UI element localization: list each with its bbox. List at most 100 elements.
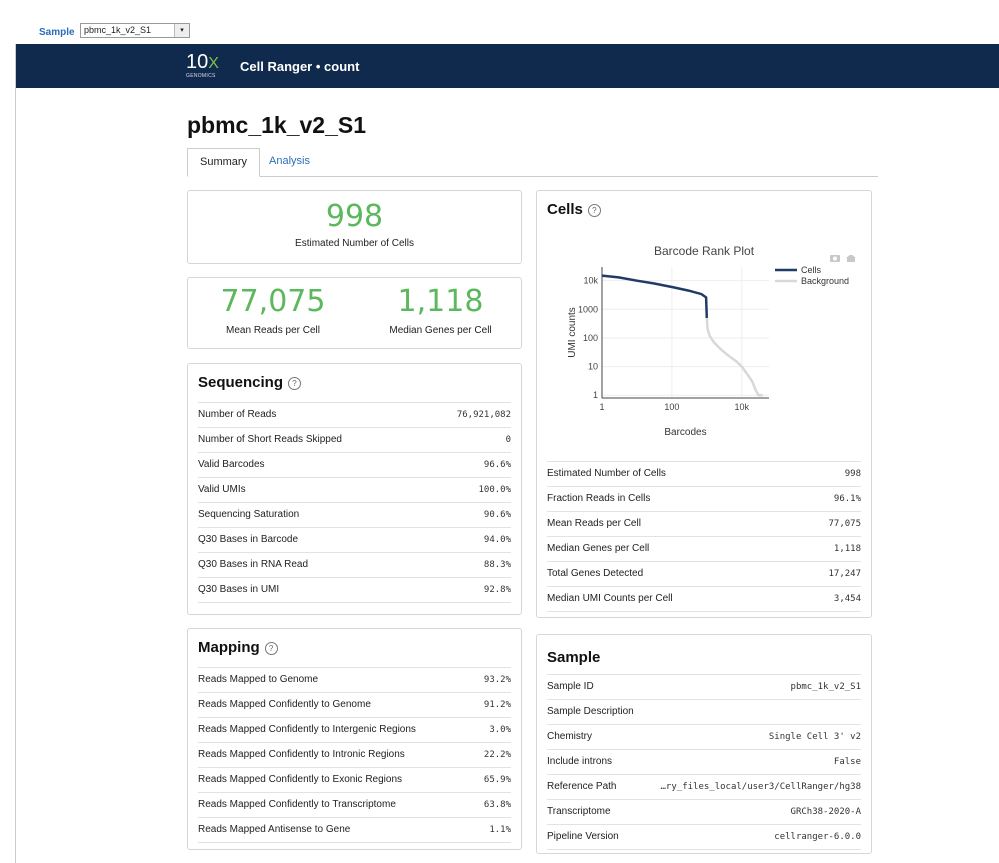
median-genes-label: Median Genes per Cell [389, 325, 492, 336]
camera-icon[interactable] [830, 255, 840, 262]
sequencing-title: Sequencing? [198, 374, 302, 391]
row-value: False [833, 757, 861, 767]
table-row: Total Genes Detected 17,247 [547, 561, 861, 586]
table-row: Sequencing Saturation 90.6% [198, 502, 511, 527]
cells-card: Cells? Barcode Rank Plot 1 100 10k 1 10 100 10… [536, 190, 872, 618]
row-label: Reads Mapped to Genome [198, 674, 319, 685]
row-label: Reads Mapped Confidently to Intronic Reg… [198, 749, 405, 760]
row-label: Median Genes per Cell [547, 543, 650, 554]
table-row: Valid Barcodes 96.6% [198, 452, 511, 477]
table-row: Chemistry Single Cell 3' v2 [547, 724, 861, 749]
table-row: Reads Mapped Confidently to Intergenic R… [198, 717, 511, 742]
table-row: Estimated Number of Cells 998 [547, 461, 861, 486]
table-row: Median UMI Counts per Cell 3,454 [547, 586, 861, 612]
y-tick-label: 10 [588, 362, 598, 372]
sample-bar: Sample pbmc_1k_v2_S1 ▾ [0, 0, 999, 44]
row-label: Reads Mapped Confidently to Transcriptom… [198, 799, 396, 810]
row-value: 998 [844, 469, 861, 479]
row-label: Sample Description [547, 706, 634, 717]
chevron-down-icon: ▾ [174, 24, 189, 37]
table-row: Fraction Reads in Cells 96.1% [547, 486, 861, 511]
y-tick-label: 1 [593, 390, 598, 400]
mean-reads-label: Mean Reads per Cell [226, 325, 320, 336]
10x-genomics-logo: 10X GENOMICS [186, 51, 219, 79]
row-label: Reads Mapped Confidently to Genome [198, 699, 371, 710]
y-tick-label: 10k [583, 276, 598, 286]
row-label: Number of Reads [198, 409, 277, 420]
row-value: 100.0% [478, 485, 511, 495]
row-value: 90.6% [483, 510, 511, 520]
reads-genes-card: 77,075 Mean Reads per Cell 1,118 Median … [187, 277, 522, 349]
row-label: Reads Mapped Confidently to Intergenic R… [198, 724, 416, 735]
help-icon[interactable]: ? [264, 641, 278, 655]
row-label: Valid UMIs [198, 484, 246, 495]
estimated-cells-label: Estimated Number of Cells [295, 238, 414, 249]
row-label: Total Genes Detected [547, 568, 644, 579]
table-row: Reads Mapped Confidently to Intronic Reg… [198, 742, 511, 767]
sample-title: Sample [547, 649, 601, 666]
table-row: Reads Mapped Confidently to Genome 91.2% [198, 692, 511, 717]
row-value: 91.2% [483, 700, 511, 710]
table-row: Reads Mapped to Genome 93.2% [198, 667, 511, 692]
sequencing-table: Number of Reads 76,921,082 Number of Short… [198, 402, 511, 603]
barcode-rank-plot[interactable]: 1 100 10k 1 10 100 1000 10k Barcodes UMI counts Ce… [537, 255, 871, 465]
row-label: Reads Mapped Confidently to Exonic Regio… [198, 774, 403, 785]
row-value: cellranger-6.0.0 [774, 832, 861, 842]
row-value: 93.2% [483, 675, 511, 685]
table-row: Number of Reads 76,921,082 [198, 402, 511, 427]
sample-select[interactable]: pbmc_1k_v2_S1 ▾ [80, 23, 190, 38]
row-label: Valid Barcodes [198, 459, 265, 470]
app-title: Cell Ranger • count [240, 59, 360, 74]
table-row: Number of Short Reads Skipped 0 [198, 427, 511, 452]
left-divider [15, 44, 16, 863]
tab-analysis[interactable]: Analysis [257, 148, 322, 175]
sequencing-card: Sequencing? Number of Reads 76,921,082 Num… [187, 363, 522, 615]
table-row: Q30 Bases in UMI 92.8% [198, 577, 511, 603]
tab-summary[interactable]: Summary [187, 148, 261, 177]
sample-select-value: pbmc_1k_v2_S1 [84, 25, 152, 35]
row-label: Transcriptome [547, 806, 611, 817]
row-value: 1.1% [489, 825, 511, 835]
home-icon[interactable] [846, 255, 856, 262]
navbar: 10X GENOMICS Cell Ranger • count [16, 44, 999, 88]
row-value: 63.8% [483, 800, 511, 810]
y-tick-label: 100 [583, 333, 598, 343]
row-label: Sample ID [547, 681, 594, 692]
tab-bar: Summary Analysis [187, 148, 878, 177]
sample-card: Sample Sample ID pbmc_1k_v2_S1 Sample Desc… [536, 634, 872, 854]
table-row: Q30 Bases in RNA Read 88.3% [198, 552, 511, 577]
mean-reads-value: 77,075 [220, 284, 326, 319]
y-axis-label: UMI counts [567, 307, 578, 358]
row-value: 96.6% [483, 460, 511, 470]
row-value: 76,921,082 [456, 410, 511, 420]
row-label: Median UMI Counts per Cell [547, 593, 673, 604]
table-row: Reads Mapped Antisense to Gene 1.1% [198, 817, 511, 843]
row-value: 88.3% [483, 560, 511, 570]
row-label: Estimated Number of Cells [547, 468, 666, 479]
table-row: Sample ID pbmc_1k_v2_S1 [547, 674, 861, 699]
help-icon[interactable]: ? [288, 376, 302, 390]
table-row: Reads Mapped Confidently to Transcriptom… [198, 792, 511, 817]
y-tick-label: 1000 [578, 304, 598, 314]
row-value: Single Cell 3' v2 [768, 732, 861, 742]
table-row: Transcriptome GRCh38-2020-A [547, 799, 861, 824]
series-line-background [705, 317, 763, 397]
x-tick-label: 10k [735, 402, 750, 412]
row-value: 92.8% [483, 585, 511, 595]
estimated-cells-value: 998 [325, 199, 384, 234]
help-icon[interactable]: ? [587, 203, 601, 217]
table-row: Q30 Bases in Barcode 94.0% [198, 527, 511, 552]
table-row: Mean Reads per Cell 77,075 [547, 511, 861, 536]
row-value: 1,118 [833, 544, 861, 554]
row-label: Reads Mapped Antisense to Gene [198, 824, 351, 835]
row-value: …ry_files_local/user3/CellRanger/hg38 [660, 782, 861, 792]
row-value: 94.0% [483, 535, 511, 545]
row-label: Q30 Bases in UMI [198, 584, 280, 595]
row-label: Pipeline Version [547, 831, 619, 842]
row-label: Number of Short Reads Skipped [198, 434, 342, 445]
sample-table: Sample ID pbmc_1k_v2_S1 Sample Description… [547, 674, 861, 850]
table-row: Sample Description [547, 699, 861, 724]
row-label: Q30 Bases in Barcode [198, 534, 299, 545]
row-value: 65.9% [483, 775, 511, 785]
x-tick-label: 100 [664, 402, 679, 412]
